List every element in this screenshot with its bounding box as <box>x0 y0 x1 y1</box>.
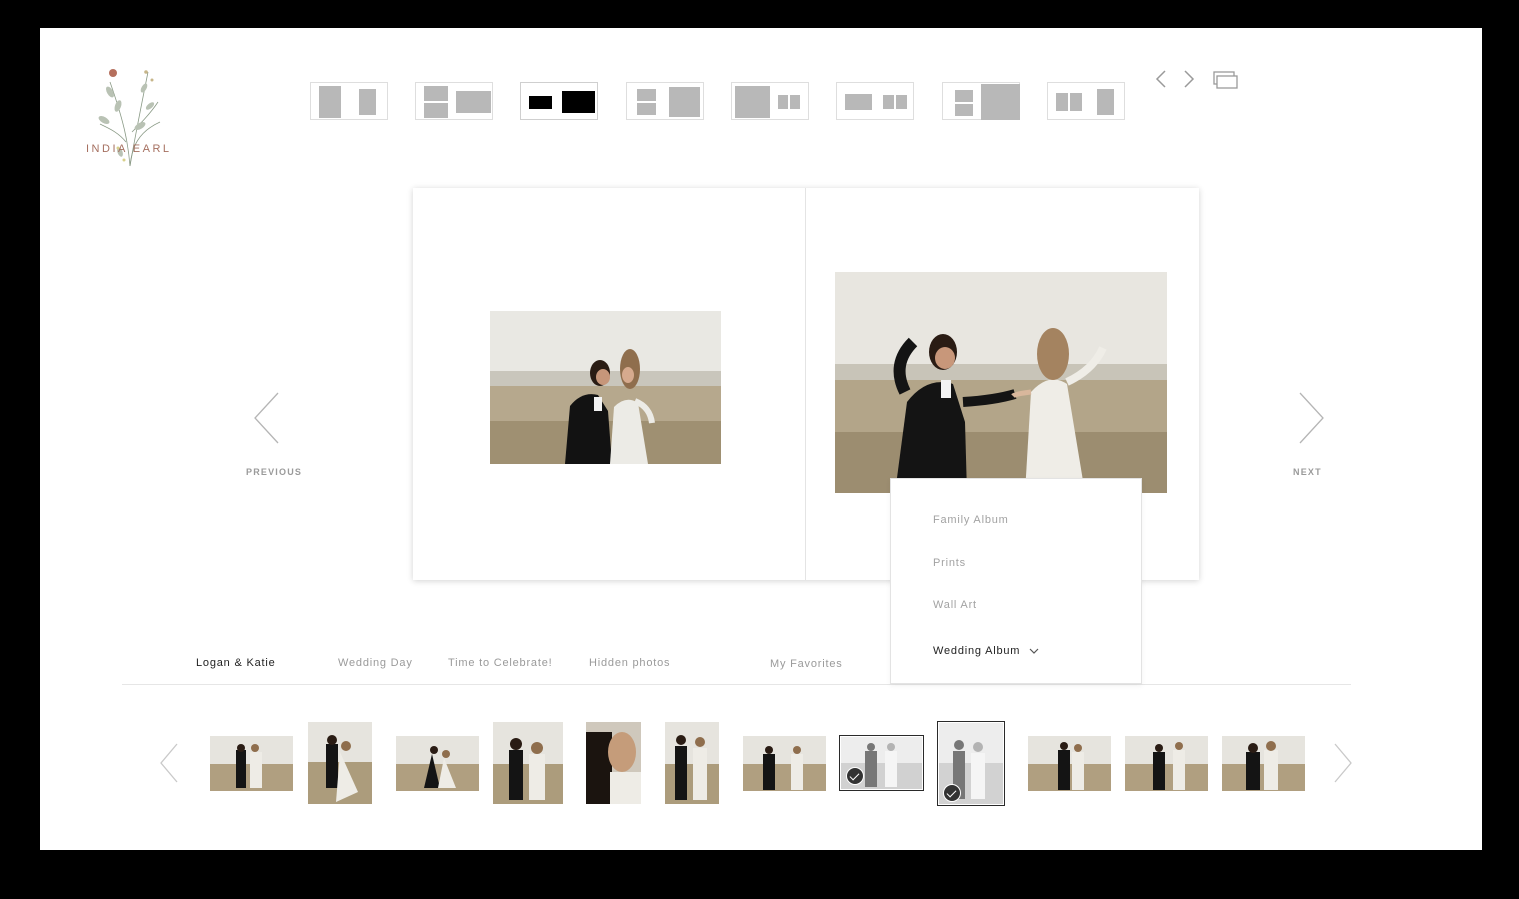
thumbnail[interactable] <box>210 736 293 791</box>
thumbnail[interactable] <box>396 736 479 791</box>
menu-item-prints[interactable]: Prints <box>933 557 966 569</box>
right-page-photo[interactable] <box>835 272 1167 493</box>
layout-option-5[interactable] <box>731 82 809 120</box>
tab-my-favorites[interactable]: My Favorites <box>770 658 843 670</box>
next-label[interactable]: NEXT <box>1293 467 1322 477</box>
thumbnail[interactable] <box>308 722 372 804</box>
logo-text: INDIA EARL <box>86 143 172 155</box>
thumbnail[interactable] <box>493 722 563 804</box>
layout-option-4[interactable] <box>626 82 704 120</box>
thumbnails-prev-button[interactable] <box>158 741 180 790</box>
layout-option-6[interactable] <box>836 82 914 120</box>
brand-logo[interactable]: INDIA EARL <box>80 62 180 172</box>
layout-option-8[interactable] <box>1047 82 1125 120</box>
thumbnail[interactable] <box>1222 736 1305 791</box>
previous-page-button[interactable] <box>252 390 282 451</box>
selected-check-icon <box>943 784 961 802</box>
tab-logan-katie[interactable]: Logan & Katie <box>196 657 276 669</box>
thumbnail[interactable] <box>1028 736 1111 791</box>
page-spine <box>805 188 806 580</box>
product-dropdown-menu: Family Album Prints Wall Art Wedding Alb… <box>890 478 1142 684</box>
left-page-photo[interactable] <box>490 311 721 464</box>
product-selector-label: Wedding Album <box>933 645 1021 657</box>
menu-item-family-album[interactable]: Family Album <box>933 514 1009 526</box>
thumbnails-next-button[interactable] <box>1332 741 1354 790</box>
chevron-right-icon[interactable] <box>1182 68 1196 95</box>
selected-check-icon <box>846 767 864 785</box>
tabs-divider <box>122 684 1351 685</box>
tab-hidden-photos[interactable]: Hidden photos <box>589 657 670 669</box>
layout-option-2[interactable] <box>415 82 493 120</box>
thumbnail[interactable] <box>586 722 641 804</box>
thumbnail[interactable] <box>1125 736 1208 791</box>
layout-option-7[interactable] <box>942 82 1020 120</box>
previous-label[interactable]: PREVIOUS <box>246 467 302 477</box>
layout-option-3[interactable] <box>520 82 598 120</box>
app-window: INDIA EARL PREVIOUS NEXT Logan & Katie W… <box>40 28 1482 850</box>
menu-item-wall-art[interactable]: Wall Art <box>933 599 977 611</box>
thumbnail[interactable] <box>665 722 719 804</box>
floral-logo-icon <box>98 69 161 167</box>
product-selector[interactable]: Wedding Album <box>933 645 1040 657</box>
chevron-down-icon <box>1029 648 1039 654</box>
tab-wedding-day[interactable]: Wedding Day <box>338 657 413 669</box>
tab-time-to-celebrate[interactable]: Time to Celebrate! <box>448 657 552 669</box>
chevron-left-icon[interactable] <box>1154 68 1168 95</box>
layout-option-1[interactable] <box>310 82 388 120</box>
thumbnail[interactable] <box>743 736 826 791</box>
next-page-button[interactable] <box>1296 390 1326 451</box>
gallery-stack-icon[interactable] <box>1212 68 1238 95</box>
